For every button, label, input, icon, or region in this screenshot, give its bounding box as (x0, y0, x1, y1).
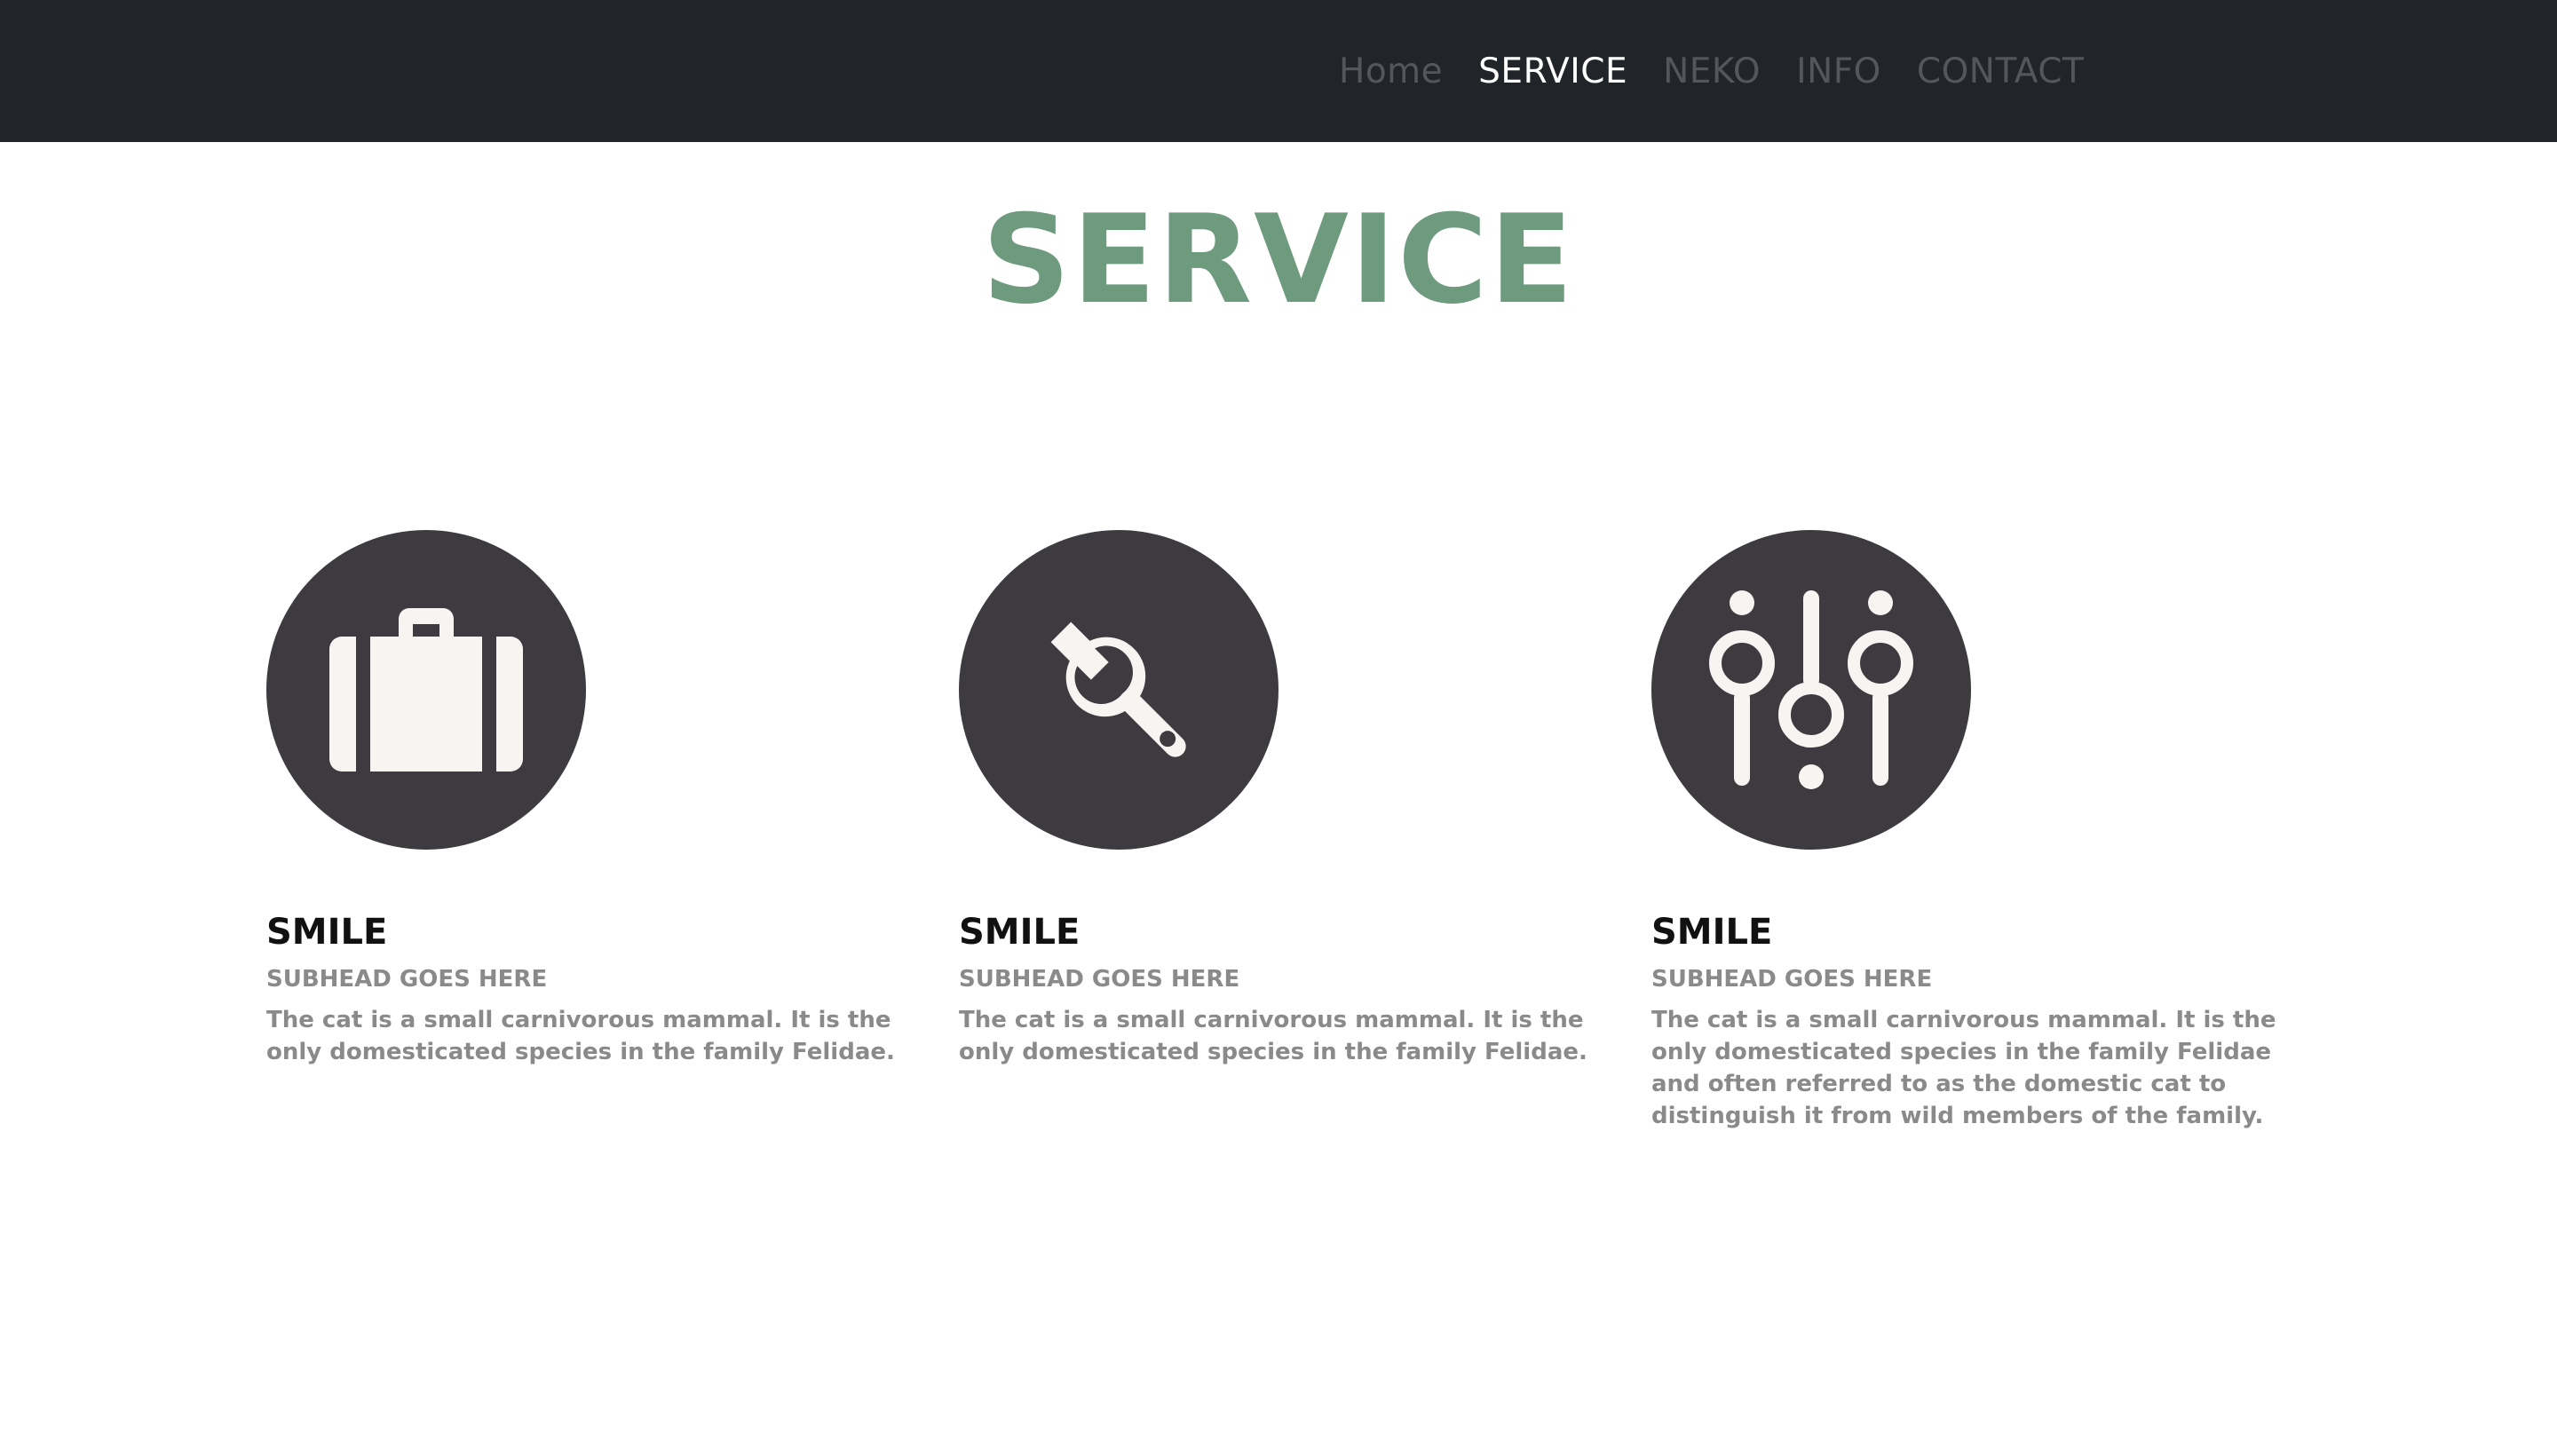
nav-item-home[interactable]: Home (1339, 51, 1443, 91)
card-text: The cat is a small carnivorous mammal. I… (1651, 1007, 2276, 1129)
service-card: SMILE SUBHEAD GOES HERE The cat is a sma… (1651, 530, 2291, 1132)
service-card: SMILE SUBHEAD GOES HERE The cat is a sma… (959, 530, 1598, 1068)
icon-circle (1651, 530, 1971, 850)
card-title: SMILE (266, 912, 388, 953)
card-subhead: SUBHEAD GOES HERE (959, 966, 1240, 993)
nav-item-info[interactable]: INFO (1796, 51, 1881, 91)
section-title: SERVICE (982, 188, 1575, 331)
card-title: SMILE (959, 912, 1081, 953)
card-subhead: SUBHEAD GOES HERE (1651, 966, 1933, 993)
briefcase-icon (329, 608, 523, 772)
navbar: Home SERVICE NEKO INFO CONTACT (0, 0, 2557, 142)
card-text: The cat is a small carnivorous mammal. I… (266, 1007, 895, 1065)
wrench-icon (1050, 621, 1186, 757)
nav-item-contact[interactable]: CONTACT (1917, 51, 2084, 91)
nav-item-neko[interactable]: NEKO (1663, 51, 1761, 91)
sliders-icon (1709, 590, 1913, 789)
card-subhead: SUBHEAD GOES HERE (266, 966, 548, 993)
card-title: SMILE (1651, 912, 1773, 953)
card-text: The cat is a small carnivorous mammal. I… (959, 1007, 1587, 1065)
icon-circle (266, 530, 586, 850)
service-card: SMILE SUBHEAD GOES HERE The cat is a sma… (266, 530, 906, 1068)
nav-menu: Home SERVICE NEKO INFO CONTACT (1339, 0, 2084, 142)
icon-circle (959, 530, 1278, 850)
nav-item-service[interactable]: SERVICE (1478, 51, 1627, 91)
